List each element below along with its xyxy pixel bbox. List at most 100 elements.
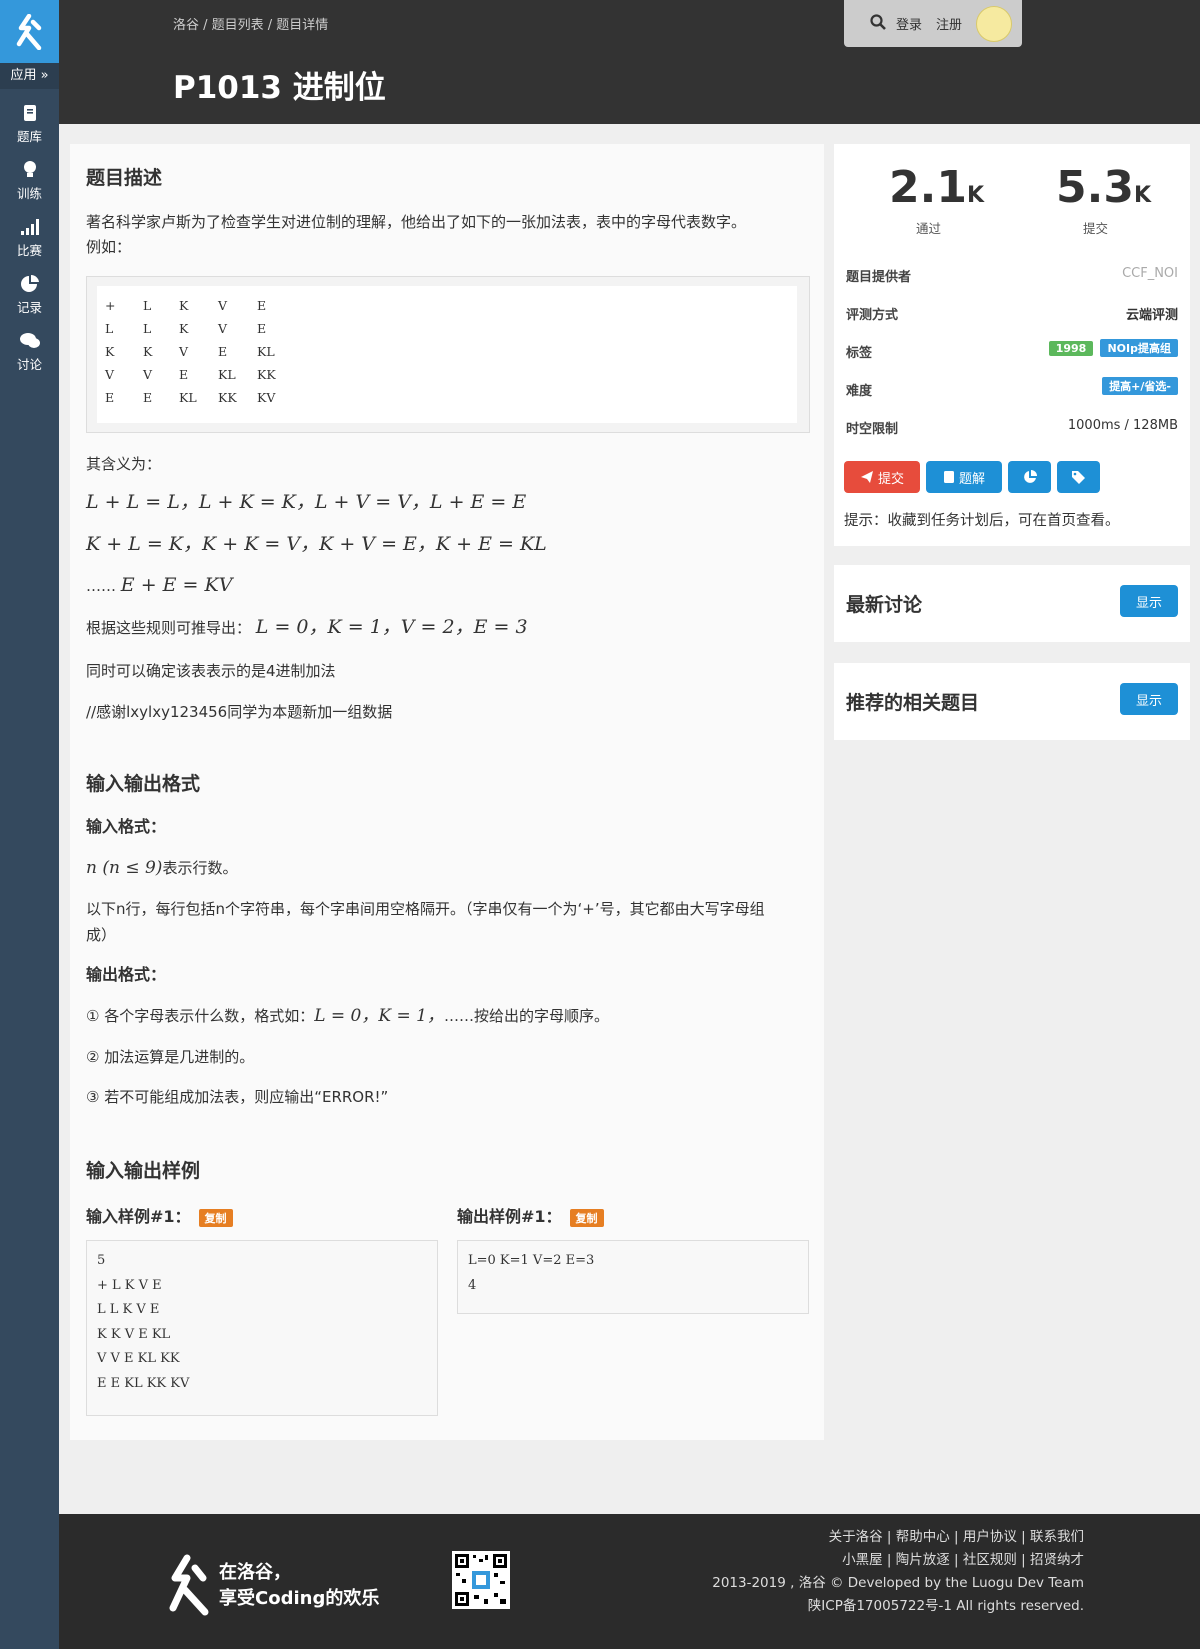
- luogu-logo-icon: [16, 13, 41, 50]
- table-cell: V: [179, 344, 189, 359]
- solution-button[interactable]: 题解: [926, 461, 1002, 493]
- footer-links-row-1[interactable]: 关于洛谷 | 帮助中心 | 用户协议 | 联系我们: [712, 1526, 1084, 1549]
- limit-value: 1000ms / 128MB: [1067, 418, 1178, 433]
- pie-chart-icon: [1023, 470, 1037, 483]
- table-cell: K: [143, 344, 153, 359]
- sample-input-header: 输入样例#1： 复制: [86, 1203, 233, 1227]
- table-cell: L: [105, 321, 114, 336]
- output-line-1: ① 各个字母表示什么数，格式如：L = 0，K = 1，……按给出的字母顺序。: [86, 1003, 609, 1029]
- discuss-title: 最新讨论: [846, 594, 923, 616]
- submit-button-label: 提交: [877, 471, 904, 487]
- signal-icon: [0, 216, 59, 238]
- section-title-samples: 输入输出样例: [86, 1160, 201, 1182]
- book-icon: [0, 102, 59, 124]
- output-1-math: L = 0，K = 1，: [314, 1006, 444, 1026]
- sample-line: L L K V E: [97, 1302, 160, 1317]
- hint-text: 提示：收藏到任务计划后，可在首页查看。: [844, 513, 1120, 529]
- submit-button[interactable]: 提交: [844, 461, 920, 493]
- input-line-2: 以下n行，每行包括n个字符串，每个字串间用空格隔开。（字串仅有一个为‘+’号，其…: [86, 900, 765, 944]
- sidebar-item-training[interactable]: 训练: [0, 153, 59, 209]
- sample-output-box[interactable]: L=0 K=1 V=2 E=3 4: [457, 1240, 809, 1314]
- output-line-3: ③ 若不可能组成加法表，则应输出“ERROR!”: [86, 1088, 389, 1106]
- difficulty-label: 难度: [846, 384, 873, 399]
- table-cell: E: [179, 367, 189, 382]
- table-cell: KL: [218, 367, 236, 382]
- related-panel: 推荐的相关题目 显示: [834, 663, 1190, 740]
- table-cell: V: [218, 321, 228, 336]
- footer-links-row-2[interactable]: 小黑屋 | 陶片放逐 | 社区规则 | 招贤纳才: [712, 1549, 1084, 1572]
- sidebar-item-label: 比赛: [16, 243, 42, 258]
- search-icon[interactable]: [870, 13, 886, 34]
- book-icon: [943, 471, 954, 483]
- equation-line-2: K + L = K，K + K = V，K + V = E，K + E = KL: [86, 533, 547, 555]
- user-box: 登录 注册: [844, 0, 1022, 47]
- breadcrumb[interactable]: 洛谷 / 题目列表 / 题目详情: [173, 14, 328, 33]
- tags-label: 标签: [846, 346, 873, 361]
- passed-label: 通过: [916, 221, 942, 236]
- addition-table: + L K V E L L K V E K K V E KL V V E KL KK E E KL KK KV: [97, 286, 797, 423]
- difficulty-value: 提高+/省选-: [1102, 377, 1178, 395]
- equation-ee: E + E = KV: [120, 574, 233, 596]
- description-example-label: 例如：: [86, 238, 132, 256]
- output-1-suffix: ……按给出的字母顺序。: [443, 1007, 609, 1025]
- problem-info-card: 2.1K 通过 5.3K 提交 题目提供者 CCF_NOI 评测方式 云端评测 …: [834, 144, 1190, 546]
- sidebar-item-records[interactable]: 记录: [0, 267, 59, 323]
- judge-label: 评测方式: [846, 308, 899, 323]
- login-link[interactable]: 登录: [896, 14, 922, 33]
- register-link[interactable]: 注册: [936, 14, 962, 33]
- table-cell: KV: [257, 390, 276, 405]
- related-show-button[interactable]: 显示: [1120, 683, 1178, 715]
- related-title: 推荐的相关题目: [846, 692, 980, 714]
- input-format-label: 输入格式：: [86, 817, 167, 836]
- sample-output-label: 输出样例#1：: [457, 1207, 562, 1226]
- sidebar-item-label: 记录: [16, 300, 42, 315]
- submitted-label: 提交: [1083, 221, 1109, 236]
- table-cell: E: [105, 390, 115, 405]
- input-line-1: n (n ≤ 9)表示行数。: [86, 855, 237, 881]
- sidebar-item-problems[interactable]: 题库: [0, 96, 59, 152]
- table-cell: E: [218, 344, 228, 359]
- tags-icon: [1071, 471, 1085, 484]
- limit-label: 时空限制: [846, 422, 899, 437]
- sidebar-item-discuss[interactable]: 讨论: [0, 324, 59, 380]
- statistics-button[interactable]: [1008, 461, 1051, 493]
- sample-input-box[interactable]: 5 + L K V E L L K V E K K V E KL V V E KL KK…: [86, 1240, 438, 1416]
- base-note: 同时可以确定该表表示的是4进制加法: [86, 662, 336, 680]
- lightbulb-icon: [0, 159, 59, 181]
- avatar[interactable]: [976, 5, 1013, 42]
- difficulty-badge: 提高+/省选-: [1102, 377, 1178, 395]
- sidebar-item-label: 训练: [16, 186, 42, 201]
- sample-line: 4: [468, 1277, 477, 1293]
- sidebar-item-label: 题库: [16, 129, 42, 144]
- description-text: 著名科学家卢斯为了检查学生对进位制的理解，他给出了如下的一张加法表，表中的字母代…: [86, 213, 747, 231]
- page-title: P1013 进制位: [173, 70, 386, 106]
- tag-badge-noip[interactable]: NOIp提高组: [1100, 339, 1178, 357]
- sample-input-label: 输入样例#1：: [86, 1207, 191, 1226]
- paper-plane-icon: [860, 471, 873, 483]
- input-n-text: 表示行数。: [162, 859, 238, 877]
- luogu-logo[interactable]: [0, 0, 59, 63]
- sample-line: 5: [97, 1253, 106, 1268]
- table-cell: KK: [257, 367, 276, 382]
- addition-table-box: + L K V E L L K V E K K V E KL V V E KL KK E E KL KK KV: [86, 276, 810, 433]
- table-cell: E: [257, 298, 267, 313]
- table-cell: KK: [218, 390, 237, 405]
- discuss-panel: 最新讨论 显示: [834, 565, 1190, 642]
- sample-line: V V E KL KK: [97, 1351, 180, 1366]
- tags-button[interactable]: [1057, 461, 1100, 493]
- sample-line: E E KL KK KV: [97, 1375, 190, 1391]
- provider-value[interactable]: CCF_NOI: [1122, 266, 1178, 281]
- tag-badge-year[interactable]: 1998: [1048, 341, 1094, 356]
- passed-count: 2.1K: [889, 162, 984, 213]
- table-cell: L: [143, 298, 152, 313]
- passed-number: 2.1: [889, 162, 967, 213]
- copy-output-button[interactable]: 复制: [569, 1208, 604, 1227]
- provider-label: 题目提供者: [846, 270, 912, 285]
- discuss-show-button[interactable]: 显示: [1120, 585, 1178, 617]
- app-menu-toggle[interactable]: 应用 »: [0, 63, 59, 89]
- tags-value: 1998 NOIp提高组: [1048, 339, 1178, 357]
- table-cell: KL: [179, 390, 197, 405]
- table-cell: V: [143, 367, 153, 382]
- copy-input-button[interactable]: 复制: [198, 1208, 233, 1227]
- sidebar-item-contest[interactable]: 比赛: [0, 210, 59, 266]
